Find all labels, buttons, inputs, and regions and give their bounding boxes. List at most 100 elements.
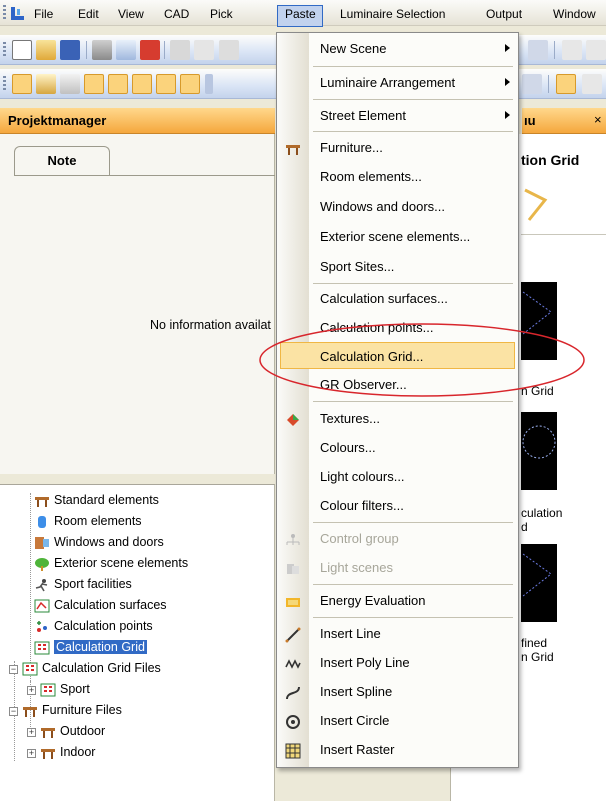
project-manager-title: Projektmanager: [0, 108, 275, 134]
menu-item-energy-evaluation[interactable]: Energy Evaluation: [277, 587, 518, 614]
select-grid-icon[interactable]: [156, 74, 176, 94]
menu-output[interactable]: Output: [486, 6, 522, 22]
menu-separator: [313, 66, 513, 67]
menu-item-exterior-scene-elements[interactable]: Exterior scene elements...: [277, 223, 518, 250]
select-object-icon[interactable]: [108, 74, 128, 94]
menu-view[interactable]: View: [118, 6, 144, 22]
menu-item-colour-filters[interactable]: Colour filters...: [277, 492, 518, 519]
tree-item-label: Windows and doors: [54, 535, 164, 549]
menu-edit[interactable]: Edit: [78, 6, 99, 22]
tree-item-label: Calculation points: [54, 619, 153, 633]
circular-grid-thumbnail[interactable]: [521, 412, 557, 490]
menu-item-insert-line[interactable]: Insert Line: [277, 620, 518, 647]
toolbar-button[interactable]: [522, 74, 542, 94]
menu-item-textures[interactable]: Textures...: [277, 405, 518, 432]
menu-item-new-scene[interactable]: New Scene: [277, 35, 518, 62]
menu-item-calculation-surfaces[interactable]: Calculation surfaces...: [277, 285, 518, 312]
menu-item-insert-raster[interactable]: Insert Raster: [277, 736, 518, 763]
menu-item-label: New Scene: [320, 41, 387, 56]
cut-icon[interactable]: [170, 40, 190, 60]
calc-grid-icon: [22, 662, 38, 676]
undo-icon[interactable]: [562, 40, 582, 60]
zoom-icon[interactable]: [582, 74, 602, 94]
expand-toggle[interactable]: +: [27, 749, 36, 758]
menu-item-room-elements[interactable]: Room elements...: [277, 163, 518, 190]
menu-item-label: Textures...: [320, 411, 380, 426]
tree-item-sport-facilities[interactable]: Sport facilities: [34, 575, 132, 593]
tree-item-calculation-grid-files[interactable]: Calculation Grid Files: [22, 659, 161, 677]
menu-item-light-colours[interactable]: Light colours...: [277, 463, 518, 490]
menu-item-street-element[interactable]: Street Element: [277, 102, 518, 129]
redo-icon[interactable]: [586, 40, 606, 60]
toolbar-separator: [554, 41, 555, 59]
menu-paste[interactable]: Paste: [285, 6, 316, 22]
menu-item-label: Insert Poly Line: [320, 655, 410, 670]
expand-toggle[interactable]: +: [27, 728, 36, 737]
menu-item-label: Colours...: [320, 440, 376, 455]
select-tool-icon[interactable]: [36, 74, 56, 94]
menu-item-furniture[interactable]: Furniture...: [277, 134, 518, 161]
toolbar-grip[interactable]: [3, 42, 6, 58]
tree-item-label: Room elements: [54, 514, 142, 528]
tree-item-sport[interactable]: Sport: [40, 680, 90, 698]
new-document-icon[interactable]: [12, 40, 32, 60]
menu-pick[interactable]: Pick: [210, 6, 233, 22]
copy-icon[interactable]: [194, 40, 214, 60]
expand-toggle[interactable]: −: [9, 665, 18, 674]
expand-toggle[interactable]: −: [9, 707, 18, 716]
close-icon[interactable]: ×: [594, 112, 602, 127]
expand-toggle[interactable]: +: [27, 686, 36, 695]
tree-item-furniture-files[interactable]: Furniture Files: [22, 701, 122, 719]
menu-item-insert-circle[interactable]: Insert Circle: [277, 707, 518, 734]
tree-item-standard-elements[interactable]: Standard elements: [34, 491, 159, 509]
tree-item-outdoor[interactable]: Outdoor: [40, 722, 105, 740]
paste-icon[interactable]: [219, 40, 239, 60]
open-folder-icon[interactable]: [36, 40, 56, 60]
menu-cad[interactable]: CAD: [164, 6, 189, 22]
pdf-icon[interactable]: [140, 40, 160, 60]
line-icon: [285, 625, 301, 643]
menu-item-colours[interactable]: Colours...: [277, 434, 518, 461]
select-surface-icon[interactable]: [132, 74, 152, 94]
calc-grid-icon: [34, 641, 50, 655]
project-tree[interactable]: Standard elements Room elements Windows …: [0, 484, 275, 801]
tree-item-windows-and-doors[interactable]: Windows and doors: [34, 533, 164, 551]
app-logo-icon[interactable]: [10, 5, 26, 21]
energy-icon: [285, 592, 301, 608]
tree-item-room-elements[interactable]: Room elements: [34, 512, 142, 530]
menu-item-label: Colour filters...: [320, 498, 404, 513]
tree-item-calculation-grid[interactable]: Calculation Grid: [34, 638, 147, 656]
toolbar-button[interactable]: [528, 40, 548, 60]
pointer-icon[interactable]: [556, 74, 576, 94]
menu-item-label: Energy Evaluation: [320, 593, 426, 608]
select-line-icon[interactable]: [180, 74, 200, 94]
menu-item-insert-spline[interactable]: Insert Spline: [277, 678, 518, 705]
menu-item-luminaire-arrangement[interactable]: Luminaire Arrangement: [277, 69, 518, 96]
tab-note[interactable]: Note: [14, 146, 110, 176]
select-tool-icon[interactable]: [60, 74, 80, 94]
print-icon[interactable]: [92, 40, 112, 60]
select-room-icon[interactable]: [12, 74, 32, 94]
tree-item-indoor[interactable]: Indoor: [40, 743, 95, 761]
toolbar-overflow-icon[interactable]: [205, 74, 213, 94]
menu-luminaire-selection[interactable]: Luminaire Selection: [340, 6, 445, 22]
tree-item-label: Exterior scene elements: [54, 556, 189, 570]
menu-item-sport-sites[interactable]: Sport Sites...: [277, 253, 518, 280]
tree-item-calculation-surfaces[interactable]: Calculation surfaces: [34, 596, 167, 614]
menu-item-windows-and-doors[interactable]: Windows and doors...: [277, 193, 518, 220]
save-icon[interactable]: [60, 40, 80, 60]
menu-item-label: Room elements...: [320, 169, 422, 184]
menu-file[interactable]: File: [34, 6, 53, 22]
tree-item-calculation-points[interactable]: Calculation points: [34, 617, 153, 635]
menu-item-insert-poly-line[interactable]: Insert Poly Line: [277, 649, 518, 676]
print-preview-icon[interactable]: [116, 40, 136, 60]
menubar-grip[interactable]: [3, 5, 6, 21]
user-defined-grid-thumbnail[interactable]: [521, 544, 557, 622]
toolbar-grip[interactable]: [3, 76, 6, 92]
menu-window[interactable]: Window: [553, 6, 596, 22]
window-icon: [34, 536, 50, 550]
table-icon: [40, 746, 56, 760]
table-icon: [34, 494, 50, 508]
select-luminaire-icon[interactable]: [84, 74, 104, 94]
tree-item-exterior-scene-elements[interactable]: Exterior scene elements: [34, 554, 188, 572]
